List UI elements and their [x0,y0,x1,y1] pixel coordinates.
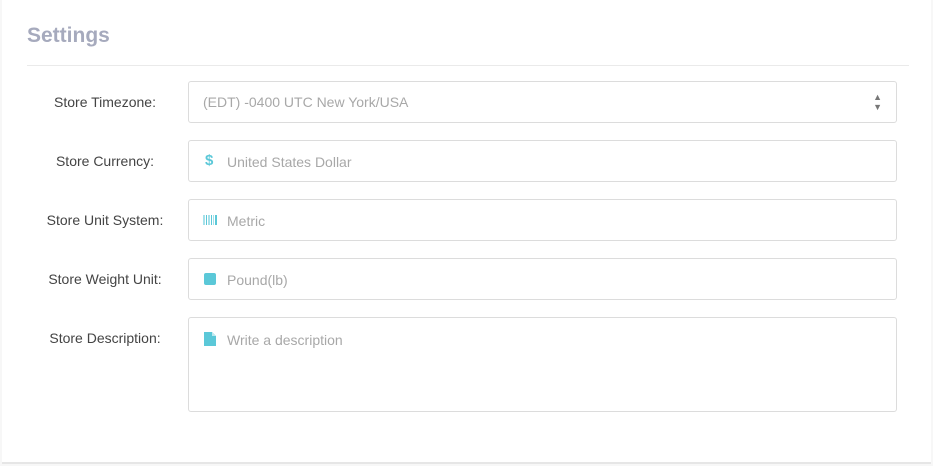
unit-system-input[interactable] [225,212,879,230]
currency-field[interactable]: $ [188,140,897,182]
currency-input[interactable] [225,153,879,171]
page-title: Settings [27,24,110,47]
file-icon [204,332,216,346]
dollar-icon: $ [205,152,214,169]
description-field[interactable] [188,317,897,412]
barcode-icon [203,215,217,225]
weight-unit-field[interactable] [188,258,897,300]
square-icon [204,273,216,285]
weight-unit-label: Store Weight Unit: [48,271,162,287]
weight-unit-input[interactable] [225,271,879,289]
select-arrows-icon: ▲ ▼ [873,92,882,112]
currency-label: Store Currency: [55,153,155,169]
timezone-label: Store Timezone: [54,94,156,110]
timezone-select[interactable]: (EDT) -0400 UTC New York/USA ▲ ▼ [188,81,897,123]
settings-card: Settings Store Timezone: (EDT) -0400 UTC… [2,0,931,464]
unit-system-field[interactable] [188,199,897,241]
unit-system-label: Store Unit System: [46,212,164,228]
description-label: Store Description: [49,330,161,346]
divider [27,65,909,66]
timezone-value: (EDT) -0400 UTC New York/USA [203,94,409,110]
description-input[interactable] [225,330,879,404]
